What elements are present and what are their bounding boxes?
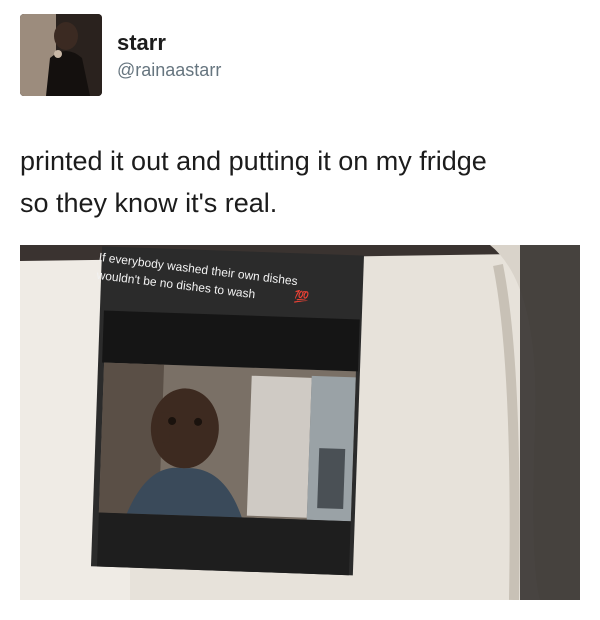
user-avatar[interactable]: [20, 14, 102, 96]
tweet-text-line: so they know it's real.: [20, 188, 278, 218]
tweet-card: starr @rainaastarr printed it out and pu…: [0, 0, 600, 620]
display-name[interactable]: starr: [117, 30, 166, 56]
user-handle[interactable]: @rainaastarr: [117, 60, 221, 81]
hundred-points-icon: 💯: [293, 289, 310, 305]
tweet-text: printed it out and putting it on my frid…: [20, 140, 580, 224]
tweet-text-line: printed it out and putting it on my frid…: [20, 146, 487, 176]
avatar-photo: [20, 14, 102, 96]
